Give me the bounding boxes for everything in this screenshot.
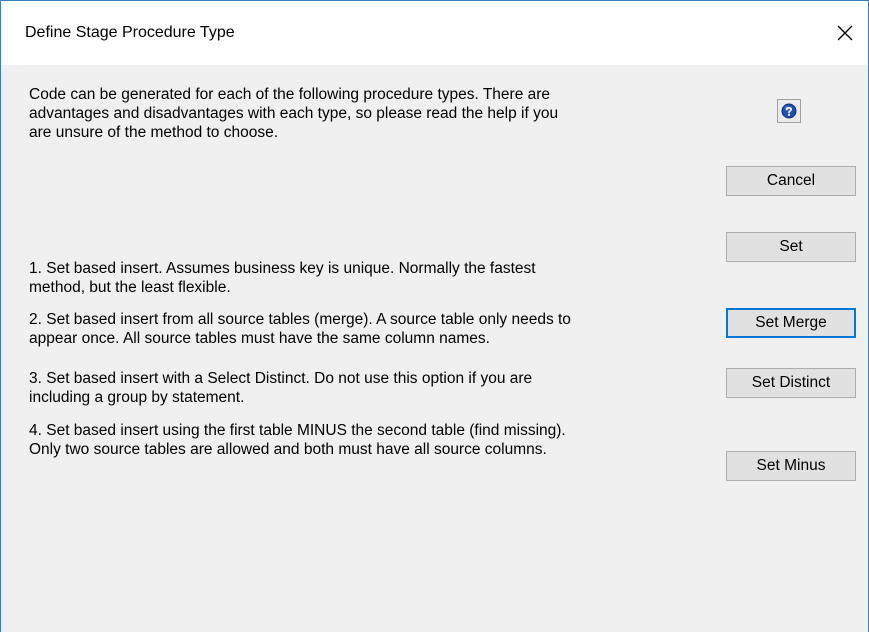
option-set-description: 1. Set based insert. Assumes business ke… [29,260,536,296]
window-title: Define Stage Procedure Type [25,24,235,41]
intro-text: Code can be generated for each of the fo… [29,86,559,141]
question-mark-icon [781,103,797,119]
define-stage-procedure-dialog: Define Stage Procedure Type Code can be … [0,0,869,632]
set-merge-button[interactable]: Set Merge [726,308,856,338]
cancel-button[interactable]: Cancel [726,166,856,196]
set-distinct-button[interactable]: Set Distinct [726,368,856,398]
option-set-merge-description: 2. Set based insert from all source tabl… [29,311,571,347]
help-button[interactable] [777,99,801,123]
set-minus-button[interactable]: Set Minus [726,451,856,481]
close-button[interactable] [822,1,868,65]
title-bar[interactable]: Define Stage Procedure Type [1,1,868,65]
option-set-minus-description: 4. Set based insert using the first tabl… [29,422,566,458]
option-set-distinct-description: 3. Set based insert with a Select Distin… [29,370,533,406]
set-button[interactable]: Set [726,232,856,262]
dialog-body: Code can be generated for each of the fo… [1,65,868,632]
close-icon [837,25,853,41]
